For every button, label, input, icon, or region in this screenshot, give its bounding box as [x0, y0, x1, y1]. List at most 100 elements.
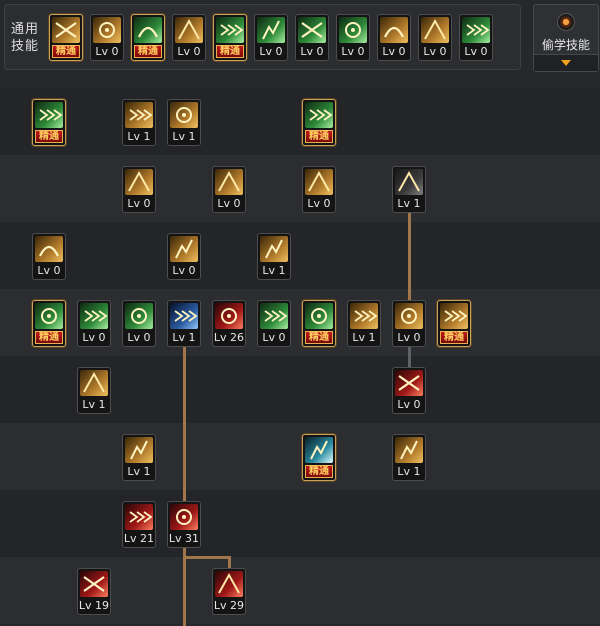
skill-tree-node[interactable]: Lv 1: [122, 99, 156, 146]
gold-upper-slash-icon: [125, 437, 153, 463]
skill-tree-node[interactable]: Lv 0: [392, 367, 426, 414]
skill-tree-node[interactable]: Lv 21: [122, 501, 156, 548]
common-skill-slot[interactable]: Lv 0: [336, 14, 370, 61]
skill-level-label: Lv 0: [423, 45, 447, 58]
skill-level-label: Lv 0: [217, 197, 241, 210]
triple-arrow-icon: [215, 169, 243, 195]
skill-tree-node[interactable]: Lv 1: [392, 166, 426, 213]
common-skill-slot[interactable]: Lv 0: [418, 14, 452, 61]
skill-level-label: Lv 0: [127, 197, 151, 210]
golden-swoosh-icon: [350, 303, 378, 329]
mastery-badge: 精通: [216, 45, 244, 58]
skill-level-label: Lv 1: [127, 130, 151, 143]
blue-energy-slash-icon: [170, 303, 198, 329]
fighter-pose-icon: [462, 17, 490, 43]
skill-level-label: Lv 29: [213, 599, 245, 612]
vortex-swirl-icon: [380, 17, 408, 43]
mastery-badge: 精通: [305, 465, 333, 478]
green-fist-icon: [35, 303, 63, 329]
common-skill-slot[interactable]: 精通: [131, 14, 165, 61]
skill-level-label: Lv 1: [352, 331, 376, 344]
triangle-down-icon: [561, 60, 571, 66]
skill-level-label: Lv 0: [37, 264, 61, 277]
common-skill-slot[interactable]: Lv 0: [90, 14, 124, 61]
red-warrior-swords-icon: [170, 504, 198, 530]
gold-crescent-dash-icon: [80, 370, 108, 396]
skill-tree-node[interactable]: Lv 1: [347, 300, 381, 347]
skill-level-label: Lv 0: [82, 331, 106, 344]
golden-ring-icon: [170, 236, 198, 262]
skill-tree-node[interactable]: Lv 1: [122, 434, 156, 481]
green-spark-icon: [260, 303, 288, 329]
skill-tree-node[interactable]: Lv 0: [122, 300, 156, 347]
crosshair-icon: [257, 17, 285, 43]
skill-tree-node[interactable]: 精通: [302, 434, 336, 481]
common-skill-slot[interactable]: Lv 0: [295, 14, 329, 61]
skill-level-label: Lv 0: [262, 331, 286, 344]
mastery-badge: 精通: [35, 331, 63, 344]
skill-tree-node[interactable]: Lv 0: [32, 233, 66, 280]
skill-tree-node[interactable]: 精通: [32, 99, 66, 146]
skill-level-label: Lv 0: [259, 45, 283, 58]
skill-tree-node[interactable]: Lv 31: [167, 501, 201, 548]
common-skill-slot[interactable]: Lv 0: [254, 14, 288, 61]
skill-tree-node[interactable]: 精通: [437, 300, 471, 347]
steal-skill-label: 偷学技能: [541, 38, 590, 52]
skill-level-label: Lv 31: [168, 532, 200, 545]
skill-tree-node[interactable]: Lv 1: [167, 300, 201, 347]
skill-tree-node[interactable]: Lv 1: [257, 233, 291, 280]
skill-tree-node[interactable]: 精通: [302, 300, 336, 347]
skill-level-label: Lv 0: [172, 264, 196, 277]
skill-tree-node[interactable]: Lv 0: [257, 300, 291, 347]
skill-tree-node[interactable]: Lv 0: [302, 166, 336, 213]
golden-wings-icon: [175, 17, 203, 43]
fire-bird-icon: [215, 571, 243, 597]
skill-tree-node[interactable]: Lv 29: [212, 568, 246, 615]
sitting-figure-icon: [52, 17, 80, 43]
connector-shield-to-guard: [408, 211, 411, 300]
golden-guard-icon: [395, 303, 423, 329]
skill-level-label: Lv 19: [78, 599, 110, 612]
tree-row-7: [0, 490, 600, 557]
skill-tree-node[interactable]: Lv 0: [122, 166, 156, 213]
skill-tree-node[interactable]: Lv 26: [212, 300, 246, 347]
common-skill-slot[interactable]: Lv 0: [172, 14, 206, 61]
skill-tree-node[interactable]: 精通: [32, 300, 66, 347]
common-skill-slot[interactable]: 精通: [213, 14, 247, 61]
common-skill-slot[interactable]: Lv 0: [377, 14, 411, 61]
skill-level-label: Lv 1: [397, 465, 421, 478]
rising-strike-icon: [260, 236, 288, 262]
connector-energy-slash-trunk: [183, 346, 186, 626]
skill-level-label: Lv 0: [95, 45, 119, 58]
warrior-stance-icon: [298, 17, 326, 43]
red-crescent-icon: [80, 571, 108, 597]
running-figure-icon: [134, 17, 162, 43]
sword-guard-icon: [339, 17, 367, 43]
common-skill-slot[interactable]: Lv 0: [459, 14, 493, 61]
skill-tree-node[interactable]: Lv 1: [77, 367, 111, 414]
skill-level-label: Lv 0: [307, 197, 331, 210]
skill-tree-node[interactable]: 精通: [302, 99, 336, 146]
skill-level-label: Lv 1: [127, 465, 151, 478]
skill-tree-node[interactable]: Lv 1: [392, 434, 426, 481]
golden-sword-cross-icon: [440, 303, 468, 329]
steal-skill-panel[interactable]: 偷学技能: [533, 4, 599, 72]
skill-tree-node[interactable]: Lv 19: [77, 568, 111, 615]
skill-level-label: Lv 0: [127, 331, 151, 344]
skill-level-label: Lv 1: [82, 398, 106, 411]
skill-tree-node[interactable]: Lv 0: [212, 166, 246, 213]
skill-tree-node[interactable]: Lv 1: [167, 99, 201, 146]
skill-tree-node[interactable]: Lv 0: [392, 300, 426, 347]
target-reticle-icon: [216, 17, 244, 43]
skill-tree-node[interactable]: Lv 0: [77, 300, 111, 347]
mastery-badge: 精通: [305, 130, 333, 143]
skill-tree-node[interactable]: Lv 0: [167, 233, 201, 280]
wave-sweep-icon: [305, 169, 333, 195]
skill-level-label: Lv 26: [213, 331, 245, 344]
common-skills-label-line2: 技能: [11, 39, 40, 54]
slash-arc-icon: [93, 17, 121, 43]
common-skill-slot[interactable]: 精通: [49, 14, 83, 61]
steal-skill-dropdown-button[interactable]: [534, 54, 598, 71]
tree-row-6: [0, 423, 600, 490]
mastery-badge: 精通: [134, 45, 162, 58]
